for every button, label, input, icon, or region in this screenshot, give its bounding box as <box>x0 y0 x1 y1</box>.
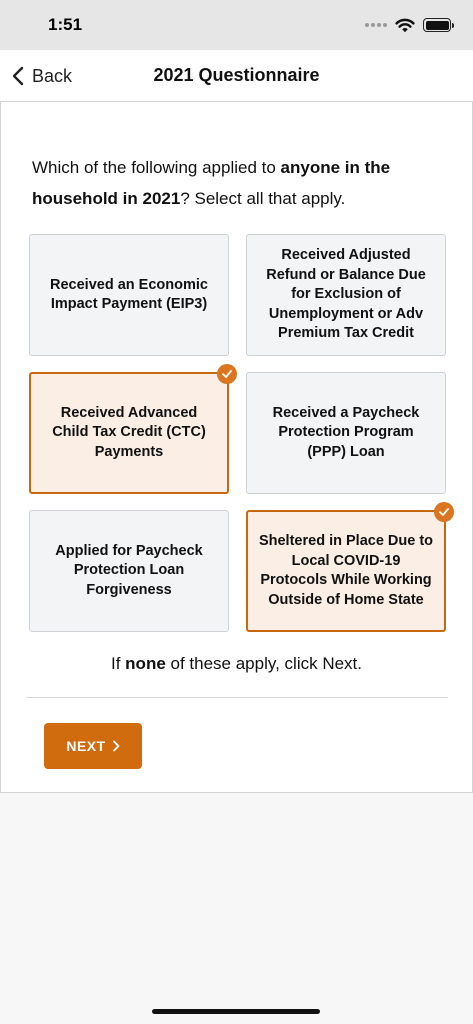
next-label: NEXT <box>66 738 106 754</box>
option-sheltered-in-place[interactable]: Sheltered in Place Due to Local COVID-19… <box>246 502 454 632</box>
chevron-right-icon <box>112 740 120 752</box>
home-indicator <box>152 1009 320 1014</box>
status-time: 1:51 <box>48 15 83 34</box>
option-label: Sheltered in Place Due to Local COVID-19… <box>258 533 434 608</box>
option-advanced-ctc[interactable]: Received Advanced Child Tax Credit (CTC)… <box>29 364 237 494</box>
option-loan-forgiveness[interactable]: Applied for Paycheck Protection Loan For… <box>29 510 229 632</box>
navigation-bar: Back 2021 Questionnaire <box>0 50 473 101</box>
status-icons <box>365 15 454 35</box>
questionnaire-card: Which of the following applied to anyone… <box>0 101 473 793</box>
hint-text: If none of these apply, click Next. <box>111 654 362 673</box>
option-label: Received Advanced Child Tax Credit (CTC)… <box>52 404 206 460</box>
checkmark-icon <box>434 502 454 522</box>
option-adjusted-refund[interactable]: Received Adjusted Refund or Balance Due … <box>246 234 446 356</box>
status-bar: 1:51 <box>0 0 473 50</box>
next-button[interactable]: NEXT <box>44 723 142 769</box>
option-label: Received Adjusted Refund or Balance Due … <box>266 247 426 342</box>
option-label: Received a Paycheck Protection Program (… <box>272 404 420 460</box>
divider <box>27 697 448 698</box>
checkmark-icon <box>217 364 237 384</box>
page-title: 2021 Questionnaire <box>153 65 320 85</box>
wifi-icon <box>395 18 415 32</box>
cellular-signal-icon <box>365 23 387 27</box>
option-label: Received an Economic Impact Payment (EIP… <box>50 276 208 313</box>
option-ppp-loan[interactable]: Received a Paycheck Protection Program (… <box>246 372 446 494</box>
option-eip3[interactable]: Received an Economic Impact Payment (EIP… <box>29 234 229 356</box>
hint-emphasis: none <box>125 654 166 673</box>
battery-icon <box>423 18 454 32</box>
question-text: Which of the following applied to anyone… <box>32 158 391 208</box>
option-label: Applied for Paycheck Protection Loan For… <box>55 542 203 598</box>
